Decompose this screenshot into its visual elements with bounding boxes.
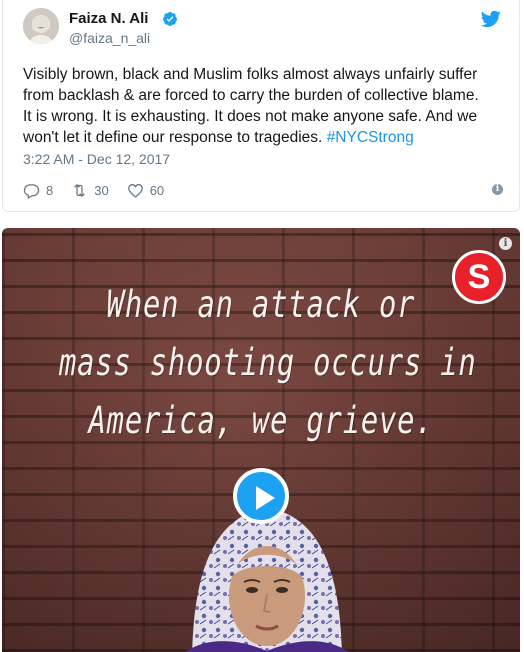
retweet-button[interactable]: 30 xyxy=(71,182,109,199)
play-button[interactable] xyxy=(233,468,289,524)
hashtag-link[interactable]: #NYCStrong xyxy=(327,129,414,146)
tweet-actions: 8 30 60 xyxy=(23,181,182,199)
tweet-text-line-4: won't let it define our response to trag… xyxy=(23,129,327,146)
twitter-bird-icon[interactable] xyxy=(481,10,501,28)
verified-badge-icon xyxy=(163,12,177,26)
retweet-count: 30 xyxy=(94,182,109,198)
reply-icon xyxy=(23,183,40,199)
tweet-timestamp[interactable]: 3:22 AM - Dec 12, 2017 xyxy=(23,151,170,167)
publisher-logo: S xyxy=(452,250,506,304)
media-info-icon[interactable]: i xyxy=(499,237,512,250)
video-media[interactable]: When an attack or mass shooting occurs i… xyxy=(2,228,520,652)
avatar[interactable] xyxy=(23,8,59,44)
author-name[interactable]: Faiza N. Ali xyxy=(69,10,148,27)
tweet-text: Visibly brown, black and Muslim folks al… xyxy=(23,64,507,148)
reply-button[interactable]: 8 xyxy=(23,182,53,199)
retweet-icon xyxy=(74,183,86,197)
author-handle[interactable]: @faiza_n_ali xyxy=(69,30,150,46)
tweet-text-line-1: Visibly brown, black and Muslim folks al… xyxy=(23,66,478,83)
reply-count: 8 xyxy=(46,182,54,198)
overlay-line-1: When an attack or xyxy=(106,283,416,326)
info-icon[interactable]: i xyxy=(492,184,503,195)
heart-icon xyxy=(127,183,143,198)
overlay-line-3: America, we grieve. xyxy=(88,399,434,442)
video-overlay-text: When an attack or mass shooting occurs i… xyxy=(58,276,477,450)
like-button[interactable]: 60 xyxy=(127,182,164,199)
avatar-image xyxy=(23,8,59,44)
overlay-line-2: mass shooting occurs in xyxy=(58,341,477,384)
tweet-text-line-2: from backlash & are forced to carry the … xyxy=(23,87,479,104)
tweet-text-line-3: It is wrong. It is exhausting. It does n… xyxy=(23,108,478,125)
play-icon xyxy=(256,486,275,510)
tweet-card: Faiza N. Ali @faiza_n_ali Visibly brown,… xyxy=(2,0,520,212)
like-count: 60 xyxy=(149,182,165,198)
